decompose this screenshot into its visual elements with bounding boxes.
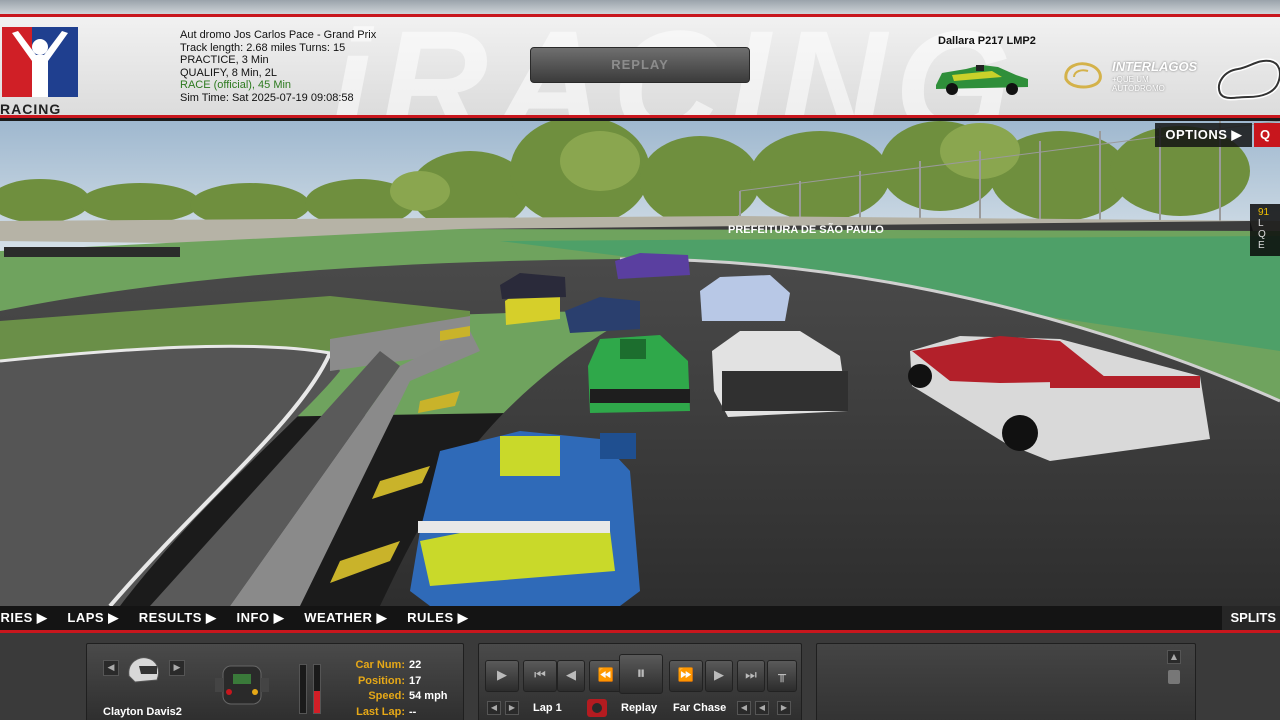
- mini-number: 91: [1258, 207, 1270, 218]
- replay-mode-label: Replay: [621, 702, 658, 714]
- options-button[interactable]: OPTIONS ▶: [1155, 123, 1252, 147]
- last-lap-value: --: [409, 705, 417, 718]
- scrollbar-thumb[interactable]: [1168, 670, 1180, 684]
- splits-button[interactable]: SPLITS: [1222, 606, 1280, 630]
- control-panel: ◀ ▶ Clayton Davis2 Car Num: 22 Position:…: [0, 630, 1280, 720]
- logo-emblem: [2, 27, 78, 97]
- throttle-gauge: [299, 664, 307, 714]
- replay-viewport[interactable]: PREFEITURA DE SÃO PAULO OPTIONS ▶ Q 91 L…: [0, 121, 1280, 606]
- mini-letter-3: E: [1258, 240, 1265, 251]
- session-header: iRACING RACING Aut dromo Jos Carlos Pace…: [0, 14, 1280, 118]
- next-lap-button[interactable]: ▶: [505, 701, 519, 715]
- track-length: Track length: 2.68 miles Turns: 15: [180, 41, 346, 54]
- rewind-icon[interactable]: ⏪: [589, 660, 623, 692]
- fast-forward-icon[interactable]: ⏩: [669, 660, 703, 692]
- prev-lap-button[interactable]: ◀: [487, 701, 501, 715]
- logo-text: RACING: [0, 101, 62, 117]
- practice-session: PRACTICE, 3 Min: [180, 54, 269, 66]
- speed-label: Speed:: [368, 690, 405, 702]
- replay-transport: ▶ ⏮ ◀ ⏪ ⏸ ⏩ ▶ ⏭ ╥ ◀ ▶ Lap 1 Replay Far C…: [478, 643, 802, 720]
- race-session: RACE (official), 45 Min: [180, 79, 292, 91]
- qualify-session: QUALIFY, 8 Min, 2L: [180, 66, 278, 79]
- tab-results[interactable]: RESULTS ▶: [129, 610, 227, 626]
- mini-info-panel: 91 L Q E: [1250, 204, 1280, 256]
- mini-letter-1: L: [1258, 218, 1264, 229]
- car-thumbnail: [936, 65, 1028, 95]
- driver-name: Clayton Davis2: [103, 706, 182, 718]
- iracing-logo: RACING: [0, 23, 80, 117]
- mini-letter-2: Q: [1258, 229, 1266, 240]
- interlagos-emblem: [1064, 62, 1102, 89]
- record-icon[interactable]: [587, 699, 607, 717]
- tab-entries[interactable]: TRIES ▶: [0, 610, 57, 626]
- camera-label: Far Chase: [673, 702, 727, 714]
- scroll-up-button[interactable]: ▲: [1167, 650, 1181, 664]
- tab-laps[interactable]: LAPS ▶: [57, 610, 128, 626]
- steering-wheel-icon: [215, 665, 269, 705]
- step-back-icon[interactable]: ◀: [557, 660, 585, 692]
- tab-weather[interactable]: WEATHER ▶: [294, 610, 397, 626]
- race-scene: PREFEITURA DE SÃO PAULO: [0, 121, 1280, 606]
- camera-forward-button[interactable]: ▶: [777, 701, 791, 715]
- track-map-icon: [1216, 58, 1280, 101]
- tab-info[interactable]: INFO ▶: [227, 610, 295, 626]
- car-blue-yellow: [410, 431, 640, 606]
- play-icon[interactable]: ▶: [485, 660, 519, 692]
- tab-bar: TRIES ▶ LAPS ▶ RESULTS ▶ INFO ▶ WEATHER …: [0, 606, 1280, 630]
- car-light-blue: [700, 275, 790, 321]
- jump-end-icon[interactable]: ⏭: [737, 660, 765, 692]
- interlagos-subtitle: +QUE UM AUTÓDROMO: [1112, 75, 1165, 93]
- position-value: 17: [409, 674, 422, 687]
- pause-icon[interactable]: ⏸: [619, 654, 663, 694]
- prev-camera-button[interactable]: ◀: [737, 701, 751, 715]
- brake-gauge: [313, 664, 321, 714]
- car-num-label: Car Num:: [355, 659, 405, 671]
- driver-panel: ◀ ▶ Clayton Davis2 Car Num: 22 Position:…: [86, 643, 464, 720]
- trackside-banner: PREFEITURA DE SÃO PAULO: [728, 223, 884, 236]
- prev-driver-button[interactable]: ◀: [103, 660, 119, 676]
- sim-time: Sim Time: Sat 2025-07-19 09:08:58: [180, 91, 354, 104]
- track-info: Aut dromo Jos Carlos Pace - Grand Prix T…: [180, 29, 376, 104]
- camera-tools-icon[interactable]: ╥: [767, 660, 797, 692]
- car-name: Dallara P217 LMP2: [938, 35, 1036, 47]
- messages-panel: ▲: [816, 643, 1196, 720]
- step-forward-icon[interactable]: ▶: [705, 660, 733, 692]
- interlagos-logo: INTERLAGOS +QUE UM AUTÓDROMO: [1060, 57, 1200, 97]
- replay-button[interactable]: REPLAY: [530, 47, 750, 83]
- jump-start-icon[interactable]: ⏮: [523, 660, 557, 692]
- last-lap-label: Last Lap:: [356, 705, 405, 718]
- interlagos-title: INTERLAGOS: [1112, 59, 1198, 74]
- helmet-icon: [128, 657, 160, 683]
- replay-screen: iRACING RACING Aut dromo Jos Carlos Pace…: [0, 0, 1280, 720]
- brake-gauge-fill: [314, 691, 320, 713]
- car-num-value: 22: [409, 659, 422, 671]
- driver-stats: Car Num: 22 Position: 17 Speed: 54 mph Last…: [327, 658, 448, 720]
- position-label: Position:: [357, 674, 405, 687]
- top-strip: [0, 0, 1280, 14]
- next-camera-button[interactable]: ◀: [755, 701, 769, 715]
- track-name: Aut dromo Jos Carlos Pace - Grand Prix: [180, 29, 377, 41]
- lap-label: Lap 1: [533, 702, 562, 714]
- next-driver-button[interactable]: ▶: [169, 660, 185, 676]
- options-q-button[interactable]: Q: [1254, 123, 1280, 147]
- speed-value: 54 mph: [409, 690, 448, 702]
- tab-rules[interactable]: RULES ▶: [397, 610, 478, 626]
